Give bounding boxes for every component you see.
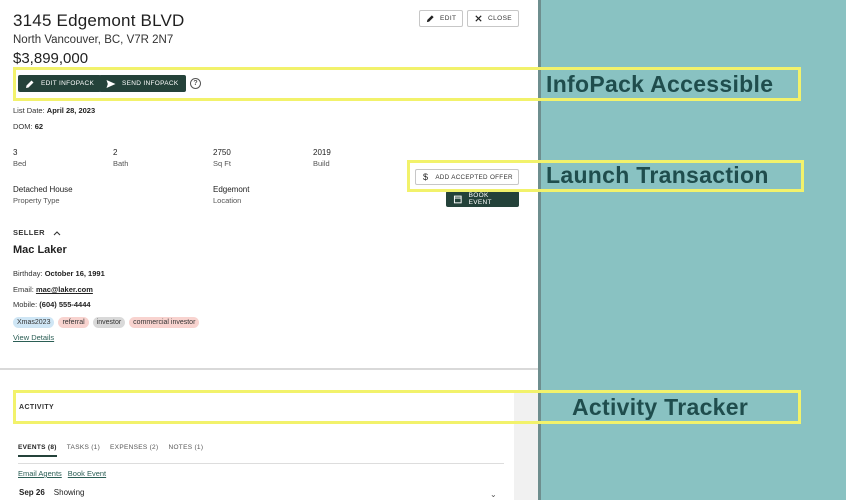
stat-build: 2019 Build — [313, 148, 331, 168]
tag[interactable]: commercial investor — [129, 317, 200, 328]
seller-name: Mac Laker — [13, 244, 67, 256]
seller-tags: Xmas2023 referral investor commercial in… — [13, 317, 200, 328]
stat-bed: 3 Bed — [13, 148, 27, 168]
pencil-icon — [426, 15, 434, 23]
seller-mobile: Mobile: (604) 555-4444 — [13, 300, 91, 309]
listing-price: $3,899,000 — [13, 50, 89, 67]
tag[interactable]: Xmas2023 — [13, 317, 55, 328]
seller-email-link[interactable]: mac@laker.com — [36, 285, 93, 294]
close-icon — [475, 15, 482, 22]
listing-title: 3145 Edgemont BLVD — [13, 11, 185, 30]
tab-notes[interactable]: NOTES (1) — [168, 444, 203, 457]
email-agents-link[interactable]: Email Agents — [18, 469, 62, 478]
listing-address: North Vancouver, BC, V7R 2N7 — [13, 34, 174, 46]
chevron-down-icon[interactable]: ⌄ — [490, 490, 497, 499]
edit-button[interactable]: EDIT — [419, 10, 464, 27]
activity-tabs: EVENTS (8) TASKS (1) EXPENSES (2) NOTES … — [18, 444, 203, 457]
property-type: Detached House Property Type — [13, 185, 73, 205]
tab-events[interactable]: EVENTS (8) — [18, 444, 57, 457]
book-event-label: BOOK EVENT — [468, 192, 492, 206]
seller-birthday: Birthday: October 16, 1991 — [13, 269, 105, 278]
close-button-label: CLOSE — [488, 15, 513, 22]
activity-day: Sep 26 — [19, 488, 45, 497]
chevron-up-icon — [53, 230, 61, 235]
book-event-button[interactable]: BOOK EVENT — [446, 191, 519, 207]
activity-annotation: Activity Tracker — [572, 394, 749, 420]
stat-sqft: 2750 Sq Ft — [213, 148, 231, 168]
tabs-underline — [18, 463, 504, 464]
close-button[interactable]: CLOSE — [467, 10, 520, 27]
tab-expenses[interactable]: EXPENSES (2) — [110, 444, 158, 457]
stat-bath: 2 Bath — [113, 148, 129, 168]
view-details-link[interactable]: View Details — [13, 333, 54, 342]
seller-section-toggle[interactable]: SELLER — [13, 228, 61, 237]
tag[interactable]: referral — [58, 317, 89, 328]
infopack-annotation: InfoPack Accessible — [546, 71, 774, 97]
edit-button-label: EDIT — [440, 15, 457, 22]
activity-links: Email Agents Book Event — [18, 469, 106, 478]
calendar-icon — [453, 195, 462, 204]
section-divider — [0, 368, 538, 370]
tab-tasks[interactable]: TASKS (1) — [67, 444, 100, 457]
book-event-link[interactable]: Book Event — [68, 469, 106, 478]
tag[interactable]: investor — [92, 317, 126, 328]
activity-day-row[interactable]: Sep 26 Showing — [19, 488, 84, 497]
location: Edgemont Location — [213, 185, 250, 205]
list-date: List Date: April 28, 2023 — [13, 106, 96, 115]
seller-email: Email: mac@laker.com — [13, 285, 93, 294]
days-on-market: DOM: 62 — [13, 122, 44, 131]
activity-showing: Showing — [53, 488, 85, 497]
transaction-annotation: Launch Transaction — [546, 162, 769, 188]
